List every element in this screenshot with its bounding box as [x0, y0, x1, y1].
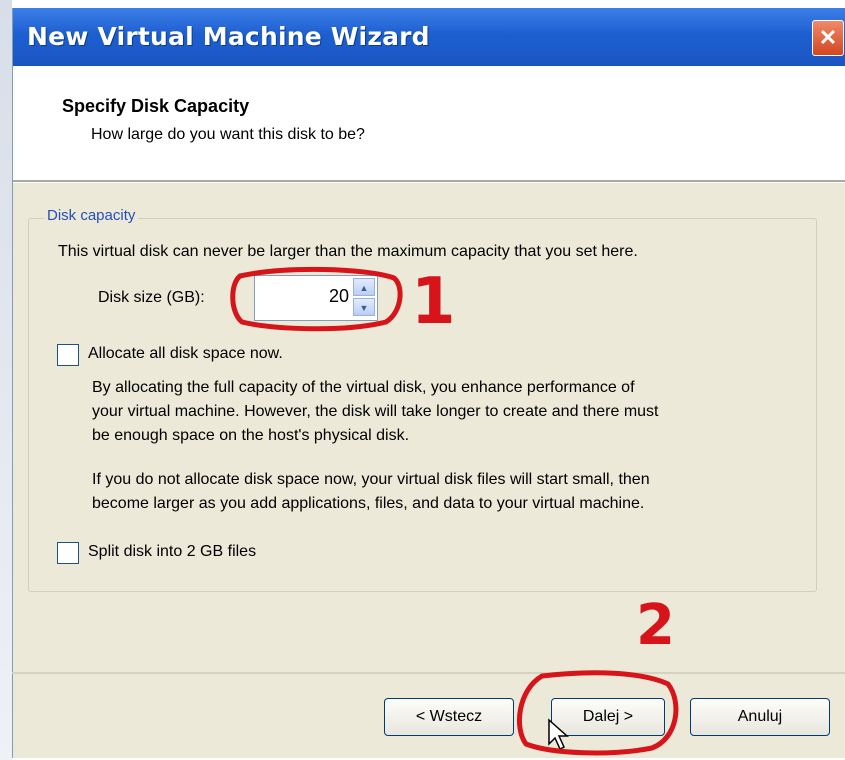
allocate-info-line-1: By allocating the full capacity of the v…: [92, 379, 635, 396]
capacity-description: This virtual disk can never be larger th…: [58, 243, 638, 260]
allocate-info-line-3: be enough space on the host's physical d…: [92, 427, 410, 444]
allocate-label[interactable]: Allocate all disk space now.: [88, 342, 283, 366]
sparse-info-line-2: become larger as you add applications, f…: [92, 495, 645, 512]
sparse-info-line-1: If you do not allocate disk space now, y…: [92, 471, 650, 488]
page-title: Specify Disk Capacity: [62, 96, 250, 116]
annotation-number-1: 1: [411, 265, 456, 339]
close-icon: ✕: [818, 25, 838, 50]
back-button[interactable]: < Wstecz: [384, 698, 514, 736]
split-disk-label[interactable]: Split disk into 2 GB files: [88, 540, 256, 564]
header-divider: [13, 180, 845, 183]
split-disk-checkbox[interactable]: [57, 542, 79, 564]
group-legend: Disk capacity: [44, 207, 139, 224]
annotation-number-2: 2: [636, 593, 675, 658]
disk-size-label: Disk size (GB):: [98, 289, 205, 306]
annotation-circle-1: [230, 266, 403, 332]
background-window-edge: [0, 0, 12, 760]
allocate-info-line-2: your virtual machine. However, the disk …: [92, 403, 659, 420]
footer-divider: [12, 672, 845, 674]
annotation-circle-2: [517, 670, 679, 756]
wizard-header: Specify Disk Capacity How large do you w…: [13, 66, 845, 180]
allocate-checkbox[interactable]: [57, 344, 79, 366]
close-button[interactable]: ✕: [812, 20, 844, 56]
page-subtitle: How large do you want this disk to be?: [91, 126, 365, 143]
cancel-button[interactable]: Anuluj: [690, 698, 830, 736]
window-title: New Virtual Machine Wizard: [27, 22, 430, 51]
title-bar: New Virtual Machine Wizard ✕: [13, 8, 845, 66]
